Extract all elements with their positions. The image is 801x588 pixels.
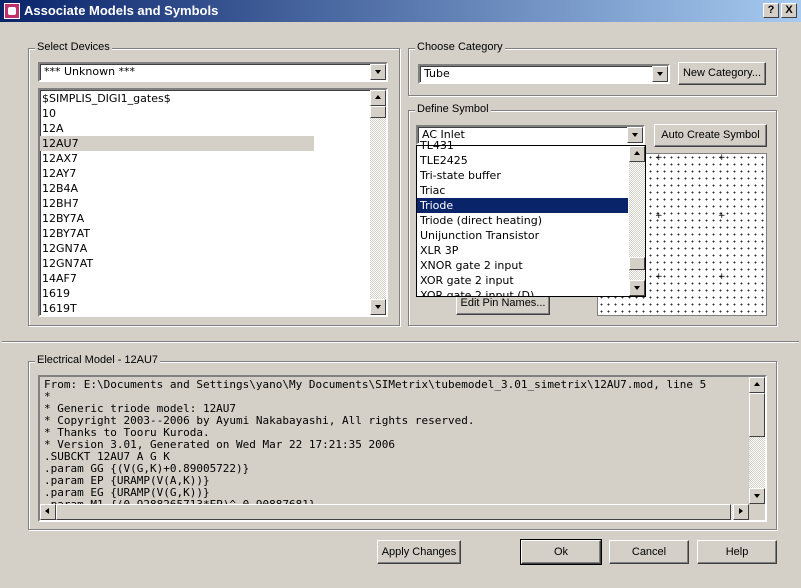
scroll-up-button[interactable] [749, 377, 765, 393]
scroll-left-button[interactable] [40, 504, 56, 520]
chevron-down-icon [375, 305, 381, 309]
device-list-item[interactable]: 12BH7 [40, 196, 370, 211]
scroll-down-button[interactable] [749, 488, 765, 504]
category-combo-value: Tube [424, 67, 450, 80]
device-list[interactable]: $SIMPLIS_DIGI1_gates$ 10 12A 12AU7 12AX7 12AY… [38, 88, 388, 317]
device-list-item[interactable]: 12GN7AT [40, 256, 370, 271]
scroll-up-button[interactable] [629, 146, 645, 162]
scroll-thumb[interactable] [749, 393, 765, 437]
device-list-item[interactable]: 10 [40, 106, 370, 121]
scroll-thumb[interactable] [370, 106, 386, 118]
chevron-left-icon [45, 508, 49, 514]
chevron-down-icon [634, 286, 640, 290]
symbol-dropdown-item[interactable]: XLR 3P [417, 243, 628, 258]
scroll-down-button[interactable] [629, 280, 645, 296]
pin-marker: + [718, 211, 726, 221]
symbol-dropdown-item[interactable]: XOR gate 2 input (D) [417, 288, 628, 296]
symbol-dropdown-item[interactable]: TLE2425 [417, 153, 628, 168]
chevron-right-icon [739, 508, 743, 514]
app-icon [4, 3, 20, 19]
device-list-item[interactable]: 1619 [40, 286, 370, 301]
scroll-corner [749, 504, 765, 520]
device-list-item[interactable]: 12B4A [40, 181, 370, 196]
cancel-button[interactable]: Cancel [609, 540, 689, 564]
device-list-item[interactable]: $SIMPLIS_DIGI1_gates$ [40, 91, 370, 106]
device-list-item[interactable]: 12BY7A [40, 211, 370, 226]
symbol-dropdown-item[interactable]: XOR gate 2 input [417, 273, 628, 288]
select-devices-label: Select Devices [35, 41, 112, 53]
help-title-button[interactable]: ? [763, 3, 779, 18]
window-title: Associate Models and Symbols [24, 3, 219, 18]
pin-marker: + [655, 153, 663, 163]
symbol-dropdown-item[interactable]: Triode (direct heating) [417, 213, 628, 228]
device-list-item[interactable]: 12GN7A [40, 241, 370, 256]
symbol-dropdown-items: TL431 TLE2425 Tri-state buffer Triac Triode T… [417, 138, 628, 296]
device-combo[interactable]: *** Unknown *** [38, 62, 388, 82]
device-combo-value: *** Unknown *** [44, 65, 136, 78]
model-vertical-scrollbar[interactable] [749, 377, 765, 504]
scroll-up-button[interactable] [370, 90, 386, 106]
scroll-thumb[interactable] [56, 504, 731, 520]
scroll-down-button[interactable] [370, 299, 386, 315]
symbol-dropdown-scrollbar[interactable] [629, 146, 645, 296]
new-category-button[interactable]: New Category... [678, 62, 766, 85]
model-horizontal-scrollbar[interactable] [40, 504, 749, 520]
model-text-area[interactable]: From: E:\Documents and Settings\yano\My … [38, 375, 767, 522]
close-title-button[interactable]: X [781, 3, 797, 18]
chevron-down-icon [754, 494, 760, 498]
electrical-model-label: Electrical Model - 12AU7 [35, 354, 161, 366]
title-bar: Associate Models and Symbols ? X [0, 0, 801, 22]
symbol-combo-dropdown-button[interactable] [627, 127, 643, 143]
scroll-thumb[interactable] [629, 257, 645, 270]
chevron-down-icon [375, 70, 381, 74]
help-button[interactable]: Help [697, 540, 777, 564]
pin-marker: + [655, 272, 663, 282]
auto-create-symbol-button[interactable]: Auto Create Symbol [654, 124, 767, 147]
scroll-right-button[interactable] [733, 504, 749, 520]
symbol-dropdown-item[interactable]: TL431 [417, 138, 628, 153]
chevron-up-icon [375, 95, 381, 99]
symbol-dropdown-list[interactable]: TL431 TLE2425 Tri-state buffer Triac Triode T… [416, 139, 646, 297]
chevron-up-icon [634, 151, 640, 155]
device-list-scrollbar[interactable] [370, 90, 386, 315]
section-divider [2, 341, 799, 343]
choose-category-label: Choose Category [415, 41, 505, 53]
device-list-item[interactable]: 14AF7 [40, 271, 370, 286]
device-combo-dropdown-button[interactable] [370, 64, 386, 80]
model-text-line: From: E:\Documents and Settings\yano\My … [44, 378, 707, 391]
symbol-dropdown-item[interactable]: Tri-state buffer [417, 168, 628, 183]
symbol-dropdown-item[interactable]: XNOR gate 2 input [417, 258, 628, 273]
pin-marker: + [718, 153, 726, 163]
chevron-down-icon [632, 133, 638, 137]
apply-changes-button[interactable]: Apply Changes [377, 540, 461, 564]
device-list-items: $SIMPLIS_DIGI1_gates$ 10 12A 12AU7 12AX7 12AY… [40, 91, 370, 315]
symbol-dropdown-item[interactable]: Unijunction Transistor [417, 228, 628, 243]
chevron-up-icon [754, 382, 760, 386]
device-list-item[interactable]: 12AU7 [40, 136, 314, 151]
category-combo[interactable]: Tube [418, 64, 670, 84]
device-list-item[interactable]: 12BY7AT [40, 226, 370, 241]
ok-button[interactable]: Ok [520, 539, 602, 565]
symbol-dropdown-item[interactable]: Triode [417, 198, 628, 213]
pin-marker: + [718, 272, 726, 282]
device-list-item[interactable]: 12AX7 [40, 151, 370, 166]
device-list-item[interactable]: 1619T [40, 301, 370, 315]
category-combo-dropdown-button[interactable] [652, 66, 668, 82]
symbol-dropdown-item[interactable]: Triac [417, 183, 628, 198]
define-symbol-label: Define Symbol [415, 103, 491, 115]
model-text-content: From: E:\Documents and Settings\yano\My … [40, 377, 749, 504]
device-list-item[interactable]: 12A [40, 121, 370, 136]
device-list-item[interactable]: 12AY7 [40, 166, 370, 181]
pin-marker: + [655, 211, 663, 221]
chevron-down-icon [657, 72, 663, 76]
